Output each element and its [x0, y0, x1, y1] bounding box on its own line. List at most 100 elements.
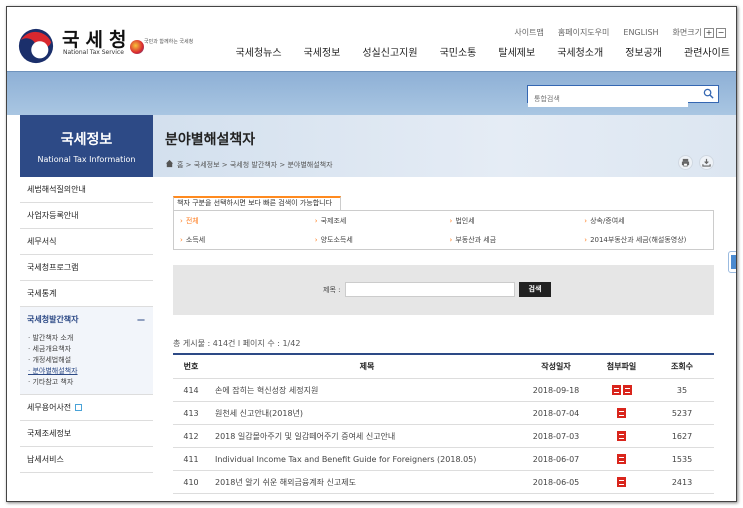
row-attachments	[593, 454, 650, 464]
pdf-file-icon[interactable]	[611, 385, 621, 395]
table-row: 413 원천세 신고안내(2018년) 2018-07-04 5237	[173, 402, 714, 425]
row-title-link[interactable]: 2018년 알기 쉬운 해외금융계좌 신고제도	[209, 477, 519, 488]
sidebar-item-tax-forms[interactable]: 세무서식	[20, 229, 153, 255]
download-icon	[702, 158, 711, 167]
search-button[interactable]: 검색	[519, 282, 551, 297]
pdf-file-icon[interactable]	[617, 431, 626, 441]
submenu-overview[interactable]: · 세금개요책자	[28, 344, 153, 355]
category-all[interactable]: › 전체	[174, 216, 309, 226]
row-date: 2018-06-05	[532, 477, 580, 487]
nav-related-sites[interactable]: 관련사이트	[684, 44, 730, 59]
sidebar-submenu: · 발간책자 소개 · 세금개요책자 · 개정세법해설 · 분야별해설책자 · …	[20, 333, 153, 395]
row-views: 1627	[671, 431, 693, 441]
row-date: 2018-07-04	[532, 408, 580, 418]
zoom-out-button[interactable]: −	[716, 28, 726, 38]
bullet-icon: ›	[584, 235, 588, 244]
bullet-icon: ›	[180, 235, 183, 244]
row-title-link[interactable]: 원천세 신고안내(2018년)	[209, 408, 519, 419]
bullet-icon: ›	[180, 216, 183, 225]
row-number: 410	[183, 477, 199, 487]
sidebar-item-statistics[interactable]: 국세통계	[20, 281, 153, 307]
category-row: › 전체 › 국제조세 › 법인세 › 상속/증여세	[174, 211, 713, 230]
submenu-by-field[interactable]: · 분야별해설책자	[28, 366, 153, 377]
home-icon[interactable]	[165, 159, 174, 168]
submenu-intro[interactable]: · 발간책자 소개	[28, 333, 153, 344]
row-title-link[interactable]: 2018 일감몰아주기 및 일감떼어주기 증여세 신고안내	[209, 431, 519, 442]
bullet-icon: ›	[449, 216, 453, 225]
col-attachment: 첨부파일	[606, 362, 637, 371]
download-button[interactable]	[699, 155, 714, 170]
nav-tax-news[interactable]: 국세청뉴스	[236, 44, 282, 59]
external-link-icon	[75, 404, 83, 411]
quick-menu-tab[interactable]	[728, 251, 736, 273]
row-attachments	[593, 431, 650, 441]
category-capital-gains[interactable]: › 양도소득세	[309, 235, 444, 245]
table-row: 410 2018년 알기 쉬운 해외금융계좌 신고제도 2018-06-05 2413	[173, 471, 714, 494]
nav-tax-evasion-report[interactable]: 탈세제보	[498, 44, 535, 59]
search-input[interactable]	[528, 91, 688, 107]
collapse-icon[interactable]: —	[137, 307, 145, 333]
bullet-icon: ›	[584, 216, 588, 225]
category-inheritance[interactable]: › 상속/증여세	[578, 216, 713, 226]
sidebar-item-publications[interactable]: 국세청발간책자 —	[20, 307, 153, 333]
col-date: 작성일자	[541, 362, 571, 371]
sitemap-link[interactable]: 사이트맵	[514, 27, 543, 38]
sidebar-item-business-registration[interactable]: 사업자등록안내	[20, 203, 153, 229]
row-views: 35	[676, 385, 688, 395]
row-number: 411	[183, 454, 199, 464]
sidebar-item-programs[interactable]: 국세청프로그램	[20, 255, 153, 281]
nav-filing-support[interactable]: 성실신고지원	[362, 44, 417, 59]
row-attachments	[593, 408, 650, 418]
category-corporate[interactable]: › 법인세	[444, 216, 579, 226]
logo-korean-text[interactable]: 국세청	[62, 25, 132, 52]
row-title-link[interactable]: Individual Income Tax and Benefit Guide …	[209, 455, 519, 464]
nts-logo-icon[interactable]	[17, 27, 55, 65]
category-international[interactable]: › 국제조세	[309, 216, 444, 226]
campaign-badge-text: 국민과 함께하는 국세청	[144, 39, 194, 45]
pdf-file-icon[interactable]	[617, 408, 626, 418]
main-navigation: 국세청뉴스 국세정보 성실신고지원 국민소통 탈세제보 국세청소개 정보공개 관…	[214, 44, 730, 59]
category-real-estate[interactable]: › 부동산과 세금	[444, 235, 579, 245]
sidebar-item-glossary[interactable]: 세무용어사전	[20, 395, 153, 421]
table-row: 414 손에 잡히는 혁신성장 세정지원 2018-09-18 35	[173, 379, 714, 402]
sidebar-item-taxpayer-service[interactable]: 납세서비스	[20, 447, 153, 473]
category-real-estate-video[interactable]: › 2014부동산과 세금(해설동영상)	[578, 235, 713, 245]
row-attachments	[593, 385, 650, 395]
sidebar-subtitle: National Tax Information	[37, 155, 136, 164]
print-button[interactable]	[678, 155, 693, 170]
sidebar-item-international-tax[interactable]: 국제조세정보	[20, 421, 153, 447]
publication-table: 번호 제목 작성일자 첨부파일 조회수 414 손에 잡히는 혁신성장 세정지원 2…	[173, 353, 714, 494]
zoom-label: 화면크기	[672, 28, 702, 37]
title-search-label: 제목 :	[323, 286, 341, 294]
nav-disclosure[interactable]: 정보공개	[625, 44, 662, 59]
category-income[interactable]: › 소득세	[174, 235, 309, 245]
pdf-file-icon[interactable]	[617, 477, 626, 487]
nav-about[interactable]: 국세청소개	[557, 44, 603, 59]
sidebar-item-label: 세무용어사전	[27, 403, 72, 412]
nav-communication[interactable]: 국민소통	[440, 44, 477, 59]
campaign-badge[interactable]: 국민과 함께하는 국세청	[130, 39, 193, 57]
english-link[interactable]: ENGLISH	[623, 28, 658, 37]
title-search-input[interactable]	[345, 282, 515, 297]
table-header: 번호 제목 작성일자 첨부파일 조회수	[173, 355, 714, 379]
pdf-file-icon[interactable]	[622, 385, 632, 395]
breadcrumb-text[interactable]: 홈 > 국세정보 > 국세청 발간책자 > 분야별해설책자	[177, 161, 333, 169]
sidebar-item-tax-law-inquiry[interactable]: 세법해석질의안내	[20, 177, 153, 203]
zoom-control: 화면크기 + −	[673, 27, 726, 38]
row-title-link[interactable]: 손에 잡히는 혁신성장 세정지원	[209, 385, 519, 396]
zoom-in-button[interactable]: +	[704, 28, 714, 38]
pdf-file-icon[interactable]	[617, 454, 626, 464]
search-icon[interactable]	[703, 88, 714, 99]
bullet-icon: ›	[314, 235, 318, 244]
logo-english-text[interactable]: National Tax Service	[63, 49, 124, 56]
help-link[interactable]: 홈페이지도우미	[558, 27, 610, 38]
campaign-emblem-icon	[130, 40, 144, 54]
site-header: 국세청 National Tax Service 국민과 함께하는 국세청 사이…	[7, 7, 736, 71]
sidebar-menu: 세법해석질의안내 사업자등록안내 세무서식 국세청프로그램 국세통계 국세청발간…	[20, 177, 153, 473]
submenu-other[interactable]: · 기타참고 책자	[28, 377, 153, 388]
row-views: 5237	[671, 408, 693, 418]
submenu-revised-law[interactable]: · 개정세법해설	[28, 355, 153, 366]
col-views: 조회수	[670, 362, 694, 371]
row-number: 414	[183, 385, 199, 395]
nav-tax-info[interactable]: 국세정보	[304, 44, 341, 59]
